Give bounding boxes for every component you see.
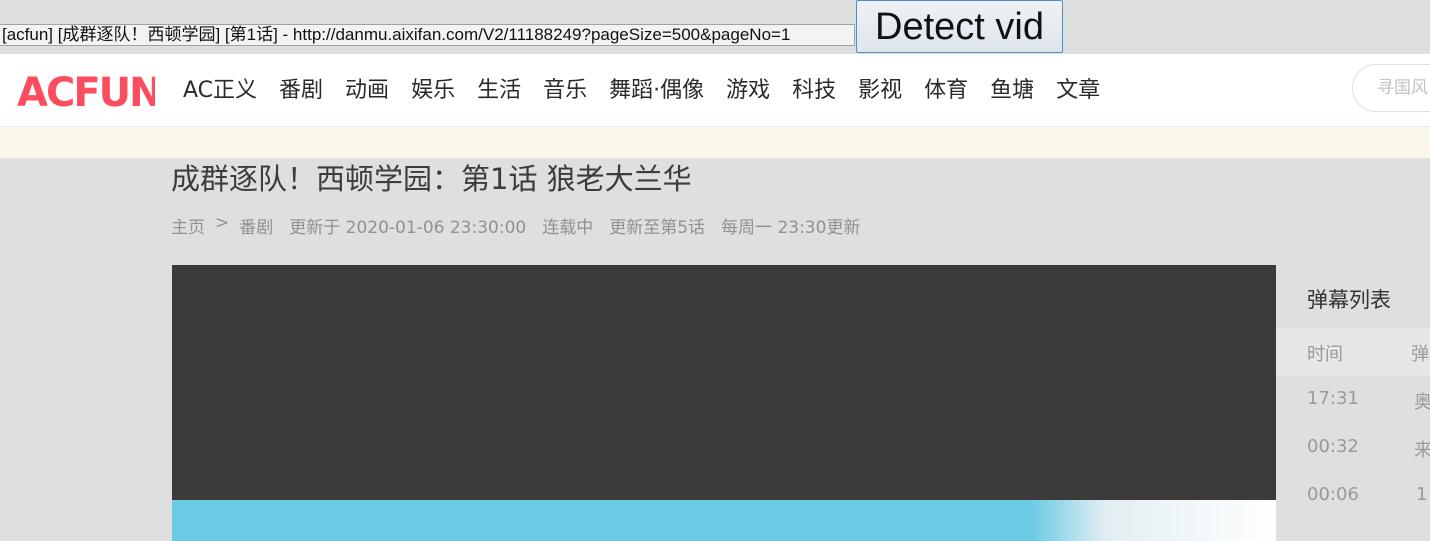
header-banner-strip bbox=[0, 126, 1430, 159]
breadcrumb-home[interactable]: 主页 bbox=[171, 213, 205, 238]
nav-item-entertainment[interactable]: 娱乐 bbox=[411, 76, 455, 106]
main-nav: AC正义 番剧 动画 娱乐 生活 音乐 舞蹈·偶像 游戏 科技 影视 体育 鱼塘… bbox=[183, 76, 1122, 106]
nav-item-ac[interactable]: AC正义 bbox=[183, 76, 257, 106]
nav-item-fishpond[interactable]: 鱼塘 bbox=[990, 76, 1034, 106]
injected-toolbar: [acfun] [成群逐队！西顿学园] [第1话] - http://danmu… bbox=[0, 0, 1430, 54]
svg-text:ACFUN: ACFUN bbox=[17, 70, 155, 110]
update-time: 更新于 2020-01-06 23:30:00 bbox=[289, 218, 527, 238]
nav-item-dance[interactable]: 舞蹈·偶像 bbox=[609, 76, 704, 106]
video-frame-cloud bbox=[1032, 500, 1276, 541]
breadcrumb-separator: > bbox=[215, 213, 230, 233]
nav-item-life[interactable]: 生活 bbox=[477, 76, 521, 106]
serial-status: 连载中 bbox=[542, 218, 594, 238]
nav-item-music[interactable]: 音乐 bbox=[543, 76, 587, 106]
danmu-col-time[interactable]: 时间 bbox=[1307, 340, 1343, 366]
search-input[interactable]: 寻国风 bbox=[1352, 64, 1430, 112]
video-player[interactable] bbox=[172, 265, 1276, 541]
danmu-content: 奥 bbox=[1414, 392, 1430, 413]
danmu-time: 17:31 bbox=[1307, 388, 1359, 409]
nav-item-film[interactable]: 影视 bbox=[858, 76, 902, 106]
nav-item-bangumi[interactable]: 番剧 bbox=[279, 76, 323, 106]
video-meta: 主页 > 番剧 更新于 2020-01-06 23:30:00 连载中 更新至第… bbox=[171, 213, 876, 238]
nav-item-article[interactable]: 文章 bbox=[1056, 76, 1100, 106]
breadcrumb-bangumi[interactable]: 番剧 bbox=[239, 213, 273, 238]
danmu-content: 来 bbox=[1414, 440, 1430, 461]
video-title: 成群逐队！西顿学园：第1话 狼老大兰华 bbox=[171, 162, 692, 196]
danmu-time: 00:06 bbox=[1307, 484, 1359, 505]
danmu-time: 00:32 bbox=[1307, 436, 1359, 457]
nav-item-tech[interactable]: 科技 bbox=[792, 76, 836, 106]
nav-item-animation[interactable]: 动画 bbox=[345, 76, 389, 106]
danmu-list-header: 时间 弹 bbox=[1276, 328, 1430, 376]
acfun-logo[interactable]: ACFUN bbox=[17, 66, 163, 116]
nav-item-sports[interactable]: 体育 bbox=[924, 76, 968, 106]
danmu-content: 1 bbox=[1416, 484, 1428, 505]
detect-vid-button[interactable]: Detect vid bbox=[856, 0, 1063, 53]
update-schedule: 每周一 23:30更新 bbox=[721, 218, 861, 238]
nav-item-game[interactable]: 游戏 bbox=[726, 76, 770, 106]
acfun-logo-icon: ACFUN bbox=[17, 70, 163, 116]
danmu-row[interactable]: 00:06 1 bbox=[1276, 472, 1430, 520]
url-input[interactable]: [acfun] [成群逐队！西顿学园] [第1话] - http://danmu… bbox=[0, 24, 855, 46]
danmu-row[interactable]: 00:32 来 bbox=[1276, 424, 1430, 472]
episode-progress: 更新至第5话 bbox=[609, 218, 706, 238]
danmu-col-content[interactable]: 弹 bbox=[1411, 340, 1429, 366]
danmu-list-title: 弹幕列表 bbox=[1307, 288, 1391, 312]
danmu-row[interactable]: 17:31 奥 bbox=[1276, 376, 1430, 424]
